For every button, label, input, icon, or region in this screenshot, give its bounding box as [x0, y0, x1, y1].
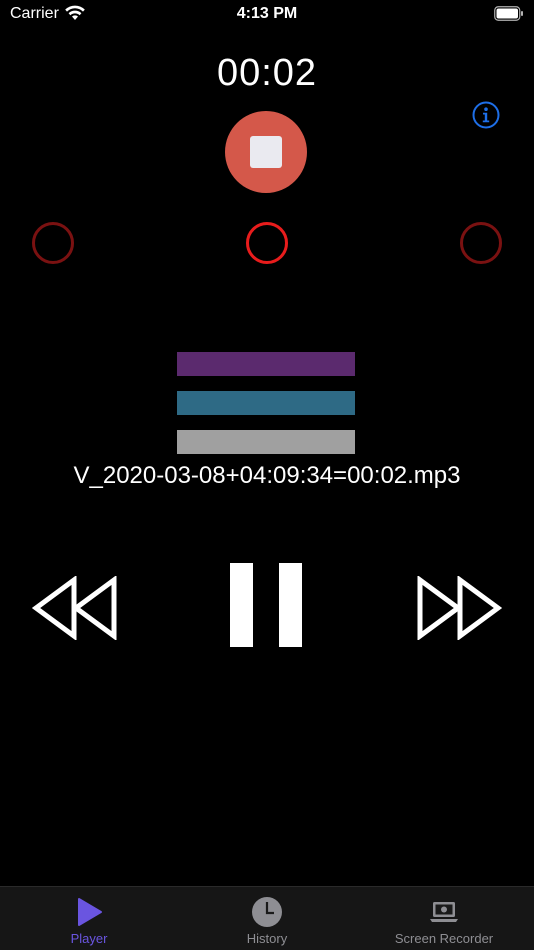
- level-bar-top: [177, 352, 355, 376]
- tab-history[interactable]: History: [218, 887, 316, 950]
- fast-forward-icon[interactable]: [416, 576, 502, 640]
- tab-player[interactable]: Player: [40, 887, 138, 950]
- player-screen: Carrier 4:13 PM 00:02 V_2020-03-08+04:09…: [0, 0, 534, 950]
- info-icon[interactable]: [472, 101, 500, 129]
- indicator-center: [246, 222, 288, 264]
- pause-button[interactable]: [230, 563, 304, 649]
- laptop-icon: [430, 902, 458, 922]
- tab-screen-recorder[interactable]: Screen Recorder: [374, 887, 514, 950]
- rewind-icon[interactable]: [32, 576, 118, 640]
- battery-icon: [494, 6, 523, 21]
- tab-screen-recorder-label: Screen Recorder: [394, 931, 494, 946]
- status-time: 4:13 PM: [236, 5, 298, 22]
- stop-button[interactable]: [225, 111, 307, 193]
- indicator-left: [32, 222, 74, 264]
- level-bar-middle: [177, 391, 355, 415]
- tab-history-label: History: [246, 931, 288, 946]
- status-bar: Carrier 4:13 PM: [0, 0, 534, 30]
- level-bar-bottom: [177, 430, 355, 454]
- indicator-right: [460, 222, 502, 264]
- play-icon: [78, 898, 102, 926]
- tab-player-label: Player: [70, 931, 108, 946]
- track-filename: V_2020-03-08+04:09:34=00:02.mp3: [73, 462, 461, 489]
- tab-bar: Player History Screen Recorder: [0, 886, 534, 950]
- elapsed-time: 00:02: [216, 52, 318, 94]
- clock-icon: [252, 897, 282, 927]
- stop-icon: [250, 136, 282, 168]
